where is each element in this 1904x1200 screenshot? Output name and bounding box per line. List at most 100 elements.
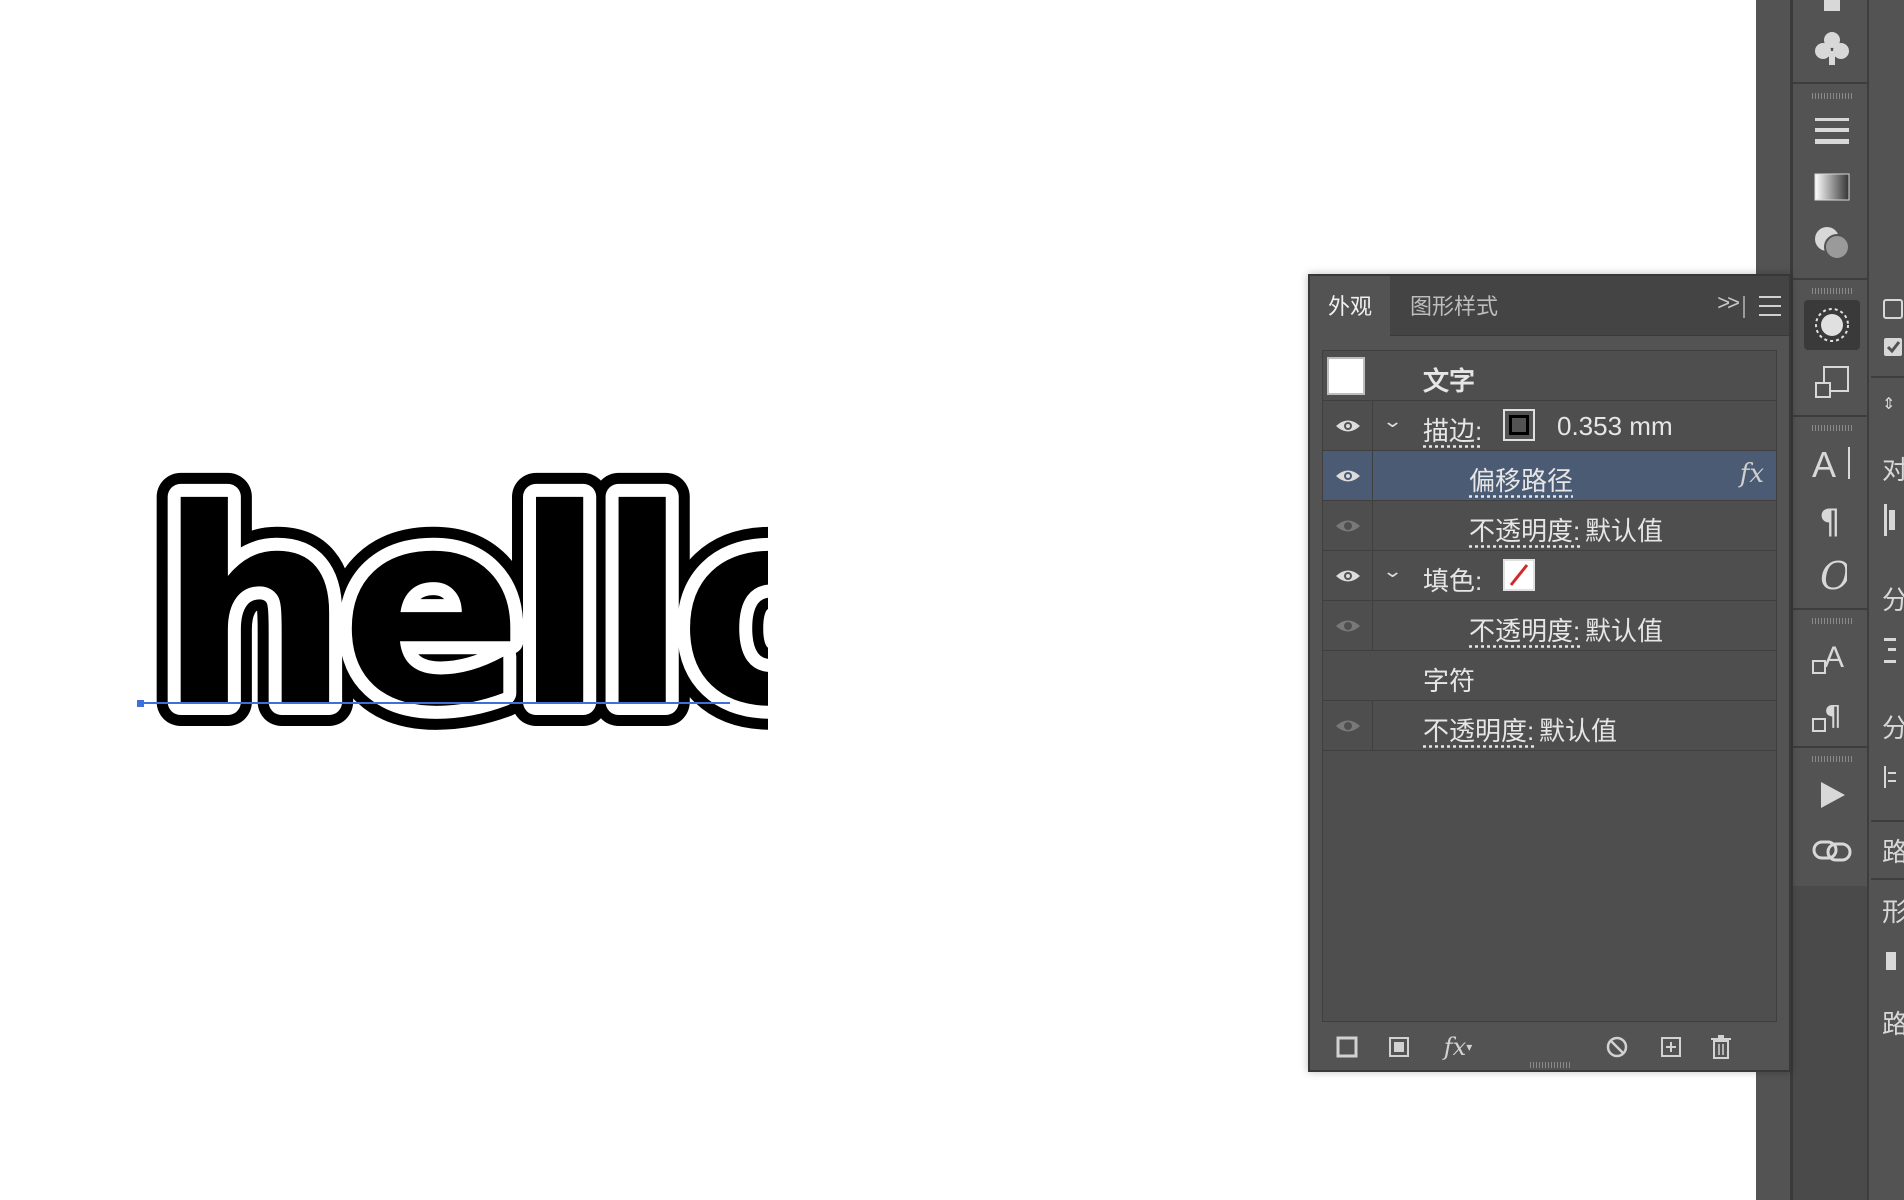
strip-label-align: 对 [1882,455,1904,485]
play-icon [1821,782,1845,808]
panel-resize-grip[interactable] [1530,1062,1570,1068]
stroke-panel-button[interactable] [1804,106,1860,156]
prohibit-icon [1606,1036,1628,1058]
visibility-toggle[interactable] [1323,601,1373,650]
dock-group-grip[interactable] [1812,756,1852,762]
panel-menu-icon[interactable] [1759,296,1781,316]
appearance-row-offset-path[interactable]: 偏移路径 fx [1323,451,1776,501]
character-styles-panel-button[interactable]: A [1804,632,1860,682]
transparency-panel-button[interactable] [1804,218,1860,268]
text-object-label: 文字 [1423,366,1476,396]
opacity-label[interactable]: 不透明度: [1469,511,1580,548]
delete-item-button[interactable] [1706,1032,1736,1062]
strip-checkbox-checked[interactable] [1882,334,1904,365]
baseline-anchor[interactable] [137,700,144,707]
dock-group-grip[interactable] [1812,288,1852,294]
hello-text-object[interactable]: hello hello hello [118,427,890,790]
character-panel-button[interactable]: A [1804,438,1860,488]
distribute-icon [1884,638,1896,663]
checkbox-icon [1883,299,1903,319]
appearance-row-characters[interactable]: 字符 [1323,651,1776,701]
add-new-stroke-button[interactable] [1332,1032,1362,1062]
opentype-panel-button[interactable]: O [1804,550,1860,600]
opacity-label[interactable]: 不透明度: [1423,711,1534,748]
dock-group-grip[interactable] [1812,425,1852,431]
panel-tab-bar: 外观 图形样式 >> [1310,276,1789,336]
dock-separator [1793,415,1869,417]
appearance-icon [1815,308,1849,342]
characters-label: 字符 [1423,666,1476,696]
eye-icon [1335,620,1360,631]
updown-arrows-icon[interactable]: ⇕ [1882,394,1895,414]
hello-outline-art: hello hello hello [134,427,890,790]
eye-icon [1335,520,1360,531]
stroke-label[interactable]: 描边: [1423,411,1482,448]
opacity-value: 默认值 [1585,616,1664,646]
dock-separator [1793,82,1869,84]
actions-panel-button[interactable] [1804,770,1860,820]
chevron-down-icon: ▾ [1466,1040,1473,1054]
visibility-toggle[interactable] [1323,401,1373,450]
svg-text:¶: ¶ [1819,503,1841,539]
links-panel-button[interactable] [1804,826,1860,876]
strip-align-icon[interactable] [1882,500,1896,547]
appearance-row-fill-opacity[interactable]: 不透明度: 默认值 [1323,601,1776,651]
visibility-toggle[interactable] [1323,451,1373,500]
appearance-row-text[interactable]: 文字 [1323,351,1776,401]
dock-group-grip[interactable] [1812,618,1852,624]
appearance-row-stroke[interactable]: ⌄ 描边: 0.353 mm [1323,401,1776,451]
gradient-panel-button[interactable] [1804,162,1860,212]
panel-icon-column-empty [1793,886,1869,1200]
panel-icon-top[interactable] [1804,0,1860,18]
strip-shape-icon[interactable] [1882,948,1896,979]
no-fill-icon [1509,564,1529,586]
stroke-color-swatch[interactable] [1503,409,1535,441]
club-icon [1815,32,1849,65]
eye-icon [1335,470,1360,481]
strip-distribute-icon[interactable] [1882,632,1896,675]
paragraph-styles-panel-button[interactable]: ¶ [1804,690,1860,740]
dock-group-grip[interactable] [1812,93,1852,99]
offset-path-effect-link[interactable]: 偏移路径 [1469,461,1573,498]
paragraph-panel-button[interactable]: ¶ [1804,496,1860,546]
chevron-down-icon[interactable]: ⌄ [1382,411,1403,432]
fill-label[interactable]: 填色: [1423,561,1482,598]
opacity-label[interactable]: 不透明度: [1469,611,1580,648]
duplicate-item-button[interactable] [1656,1032,1686,1062]
strip-label-distribute-2: 分 [1882,713,1904,743]
stroke-weight-value[interactable]: 0.353 mm [1557,411,1673,442]
gradient-icon [1814,173,1850,201]
clear-appearance-button[interactable] [1602,1032,1632,1062]
transform-panel-button[interactable] [1804,358,1860,408]
opacity-value: 默认值 [1585,516,1664,546]
appearance-row-object-opacity[interactable]: 不透明度: 默认值 [1323,701,1776,751]
tab-appearance[interactable]: 外观 [1310,276,1391,336]
visibility-toggle[interactable] [1323,501,1373,550]
visibility-toggle[interactable] [1323,701,1373,750]
transparency-circles-icon [1815,227,1850,260]
collapse-panel-button[interactable]: >> [1717,290,1740,316]
tab-divider [1743,296,1745,318]
pilcrow-icon: ¶ [1819,503,1841,539]
add-effect-button[interactable]: fx ▾ [1436,1032,1480,1062]
appearance-panel-button[interactable] [1804,300,1860,350]
appearance-panel: 外观 图形样式 >> 文字 ⌄ 描边: 0.353 mm 偏移路径 fx 不透明… [1308,274,1791,1072]
add-new-fill-button[interactable] [1384,1032,1414,1062]
character-styles-icon: A [1812,641,1844,674]
strip-label-distribute: 分 [1882,585,1904,615]
chevron-down-icon[interactable]: ⌄ [1382,561,1403,582]
appearance-row-fill[interactable]: ⌄ 填色: [1323,551,1776,601]
visibility-toggle[interactable] [1323,551,1373,600]
strip-label-shape: 形 [1882,897,1904,927]
symbols-panel-button[interactable] [1804,24,1860,74]
appearance-row-stroke-opacity[interactable]: 不透明度: 默认值 [1323,501,1776,551]
fx-icon[interactable]: fx [1740,459,1764,489]
align-bar-icon [1884,504,1895,536]
tab-graphic-styles[interactable]: 图形样式 [1392,276,1516,336]
shape-square-icon [1886,952,1896,970]
strip-label-path-2: 路 [1882,1009,1904,1039]
fill-color-swatch[interactable] [1503,559,1535,591]
appearance-list: 文字 ⌄ 描边: 0.353 mm 偏移路径 fx 不透明度: 默认值 ⌄ 填色… [1322,350,1777,1022]
strip-checkbox-empty[interactable] [1882,296,1904,327]
strip-spacing-icon[interactable] [1882,762,1896,798]
